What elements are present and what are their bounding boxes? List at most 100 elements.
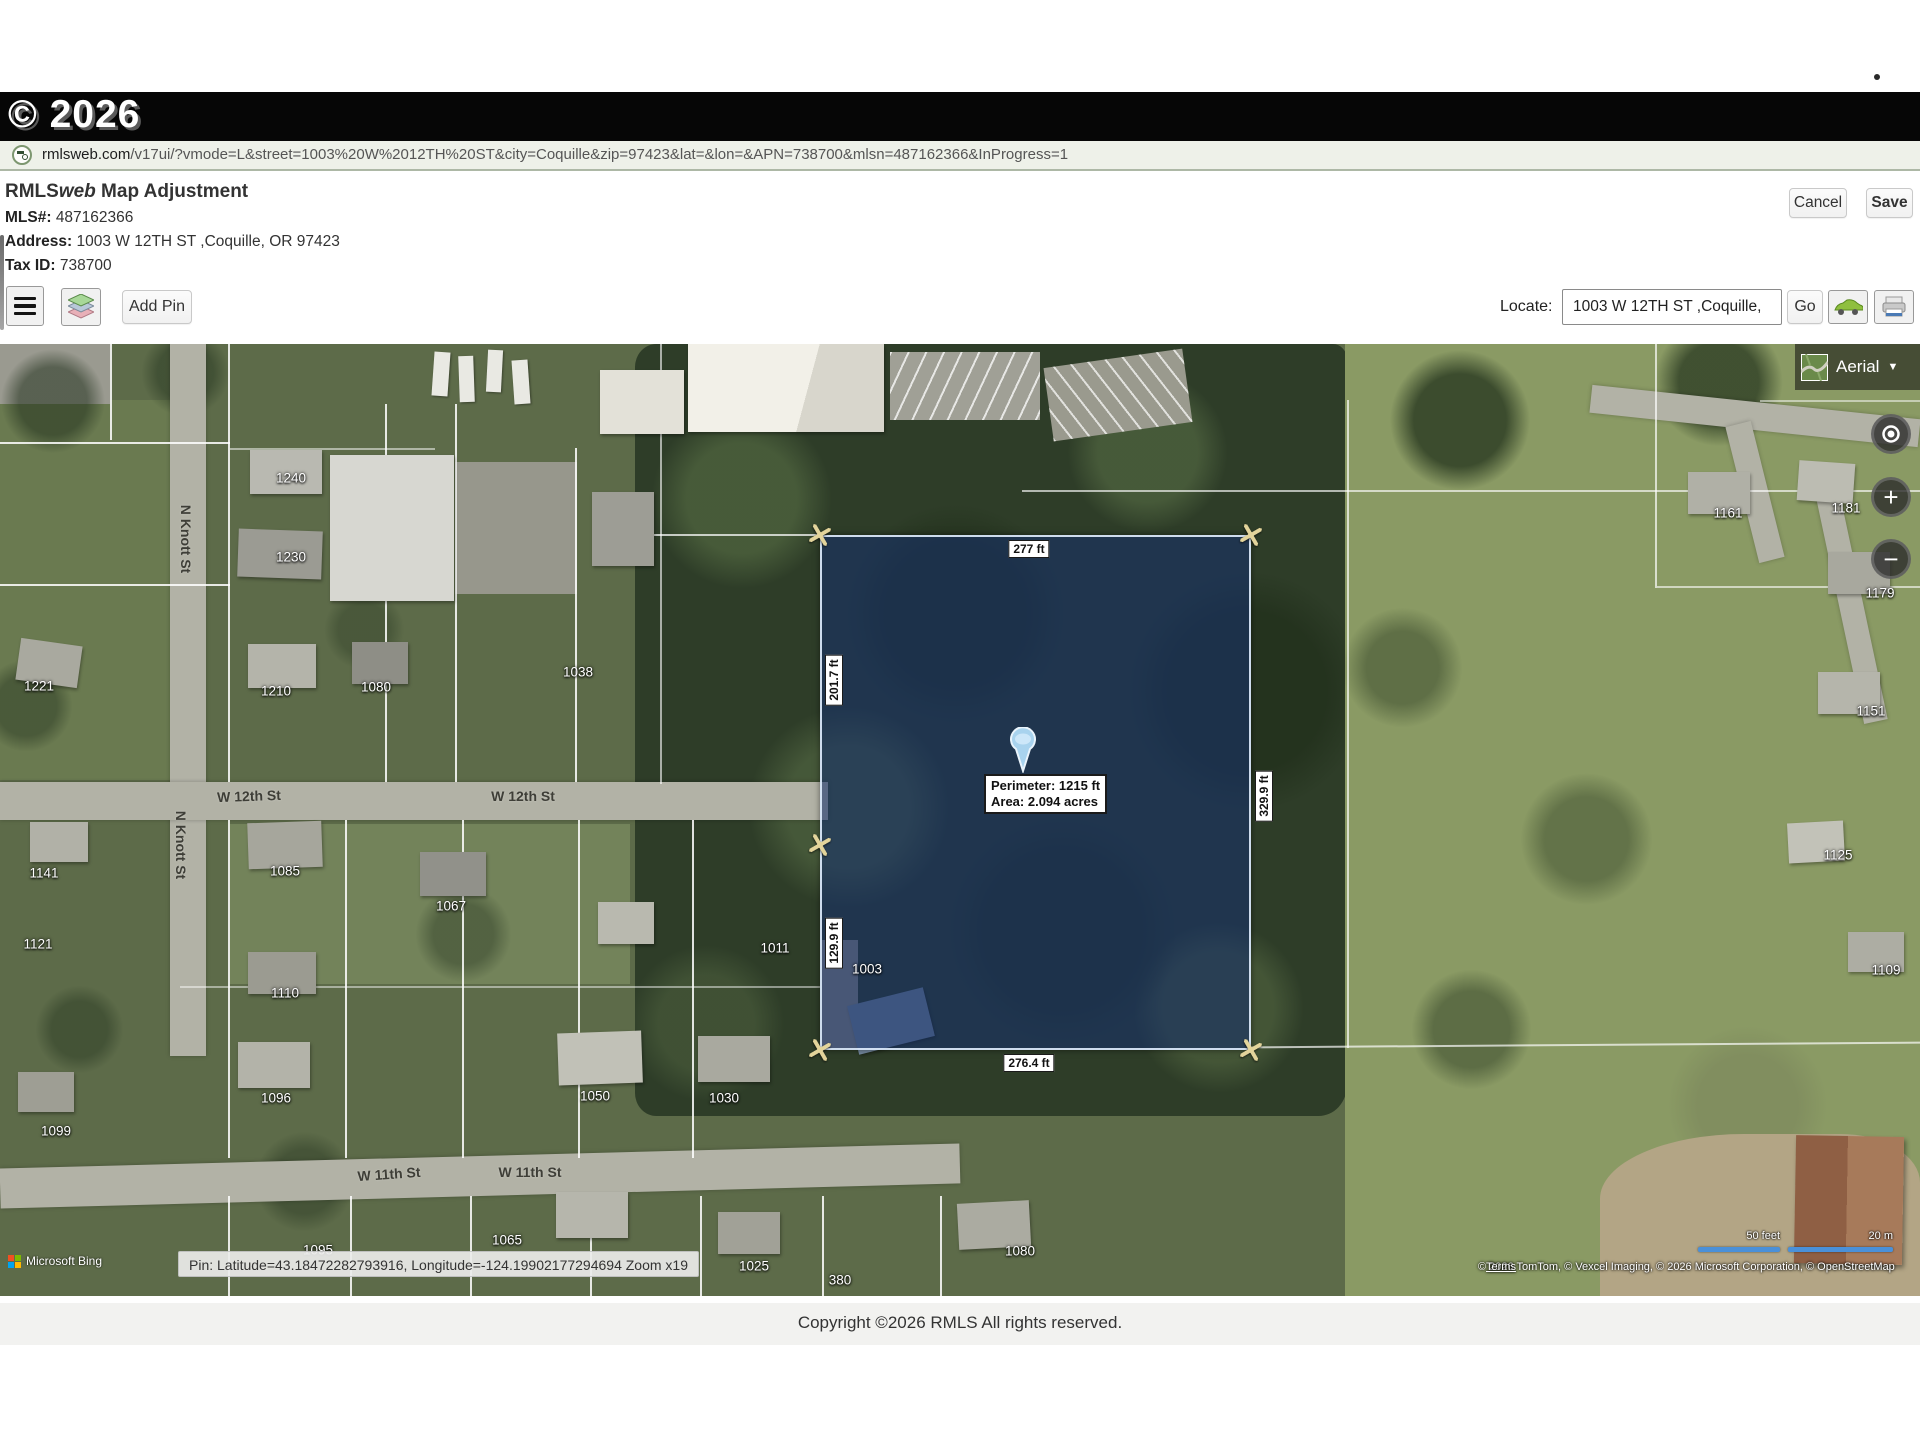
building bbox=[237, 529, 323, 580]
taxid-label: Tax ID: bbox=[5, 257, 56, 274]
parked-rv bbox=[431, 351, 450, 396]
building bbox=[238, 1042, 310, 1088]
parcel-line bbox=[1655, 344, 1657, 588]
print-button[interactable] bbox=[1874, 290, 1914, 324]
building bbox=[18, 1072, 74, 1112]
address-row: Address: 1003 W 12TH ST ,Coquille, OR 97… bbox=[5, 233, 340, 251]
taxid-value: 738700 bbox=[60, 257, 112, 274]
building bbox=[592, 492, 654, 566]
road-n-knott-st bbox=[170, 344, 206, 1056]
map-style-selector[interactable]: Aerial ▼ bbox=[1795, 344, 1920, 390]
footer-copyright: Copyright ©2026 RMLS All rights reserved… bbox=[0, 1303, 1920, 1343]
minus-icon: − bbox=[1883, 546, 1898, 572]
measure-label-left-lower: 129.9 ft bbox=[825, 917, 843, 968]
parcel-line bbox=[700, 1196, 702, 1296]
browser-url-bar[interactable]: rmlsweb.com/v17ui/?vmode=L&street=1003%2… bbox=[0, 141, 1920, 171]
printer-icon bbox=[1881, 296, 1907, 318]
building bbox=[352, 642, 408, 684]
car-icon bbox=[1833, 298, 1863, 316]
parcel-line bbox=[575, 448, 577, 782]
building bbox=[30, 822, 88, 862]
layers-button[interactable] bbox=[61, 288, 101, 326]
building bbox=[330, 455, 454, 601]
building bbox=[250, 450, 322, 494]
parcel-line bbox=[470, 1196, 472, 1296]
drive-time-button[interactable] bbox=[1828, 290, 1868, 324]
building bbox=[600, 370, 684, 434]
parcel-line bbox=[578, 820, 580, 1158]
terms-link[interactable]: Terms bbox=[1486, 1261, 1516, 1273]
house-number-label: 1025 bbox=[739, 1259, 769, 1274]
building bbox=[957, 1200, 1031, 1250]
left-edge-artifact bbox=[0, 235, 4, 330]
building bbox=[1688, 472, 1750, 514]
scale-meters-bar bbox=[1788, 1247, 1893, 1252]
building bbox=[248, 952, 316, 994]
building bbox=[1848, 932, 1904, 972]
url-domain: rmlsweb.com bbox=[42, 146, 130, 163]
map-pavement bbox=[455, 462, 577, 594]
page-footer: Copyright ©2026 RMLS All rights reserved… bbox=[0, 1303, 1920, 1345]
parked-rv bbox=[511, 359, 530, 404]
building bbox=[248, 644, 316, 688]
url-text: rmlsweb.com/v17ui/?vmode=L&street=1003%2… bbox=[42, 141, 1068, 169]
building bbox=[420, 852, 486, 896]
title-brand: RMLS bbox=[5, 181, 59, 202]
parcel-line bbox=[228, 344, 230, 782]
layers-icon bbox=[68, 294, 94, 320]
parked-rv bbox=[486, 350, 503, 393]
building bbox=[247, 821, 323, 870]
house-number-label: 1096 bbox=[261, 1091, 291, 1106]
building bbox=[718, 1212, 780, 1254]
address-label: Address: bbox=[5, 233, 72, 250]
recenter-button[interactable] bbox=[1871, 414, 1911, 454]
parcel-line bbox=[1347, 400, 1349, 1048]
zoom-in-button[interactable]: + bbox=[1871, 477, 1911, 517]
aerial-map[interactable]: 277 ft 201.7 ft 129.9 ft 329.9 ft 276.4 … bbox=[0, 344, 1920, 1296]
map-lawn bbox=[0, 400, 170, 780]
house-number-label: 380 bbox=[829, 1273, 852, 1288]
locate-label: Locate: bbox=[1500, 290, 1552, 324]
road-w-11th-st bbox=[0, 1143, 960, 1208]
map-style-thumbnail-icon bbox=[1801, 354, 1828, 381]
scale-feet-label: 50 feet bbox=[1700, 1230, 1780, 1242]
zoom-out-button[interactable]: − bbox=[1871, 539, 1911, 579]
parcel-line bbox=[345, 820, 347, 1158]
site-favicon-icon bbox=[12, 145, 32, 165]
road-w-12th-st bbox=[0, 782, 828, 820]
parcel-line bbox=[640, 534, 820, 536]
taxid-row: Tax ID: 738700 bbox=[5, 257, 112, 275]
pin-icon bbox=[1006, 727, 1040, 773]
attribution-text: © 2026 TomTom, © Vexcel Imaging, © 2026 … bbox=[1478, 1261, 1895, 1273]
cancel-button[interactable]: Cancel bbox=[1789, 188, 1847, 218]
title-brand-italic: web bbox=[59, 181, 96, 202]
parcel-line bbox=[822, 1196, 824, 1296]
target-icon bbox=[1880, 423, 1902, 445]
save-button[interactable]: Save bbox=[1866, 188, 1913, 218]
parcel-line bbox=[110, 344, 112, 440]
house-number-label: 1050 bbox=[580, 1089, 610, 1104]
locate-input[interactable] bbox=[1562, 289, 1782, 325]
url-path: /v17ui/?vmode=L&street=1003%20W%2012TH%2… bbox=[130, 146, 1068, 163]
perimeter-text: Perimeter: 1215 ft bbox=[991, 778, 1100, 794]
rmls-map-adjustment-page: © 2026 rmlsweb.com/v17ui/?vmode=L&street… bbox=[0, 0, 1920, 1440]
bing-logo-text: Microsoft Bing bbox=[26, 1254, 102, 1268]
chevron-down-icon: ▼ bbox=[1887, 361, 1898, 373]
add-pin-button[interactable]: Add Pin bbox=[122, 290, 192, 324]
go-button[interactable]: Go bbox=[1787, 290, 1823, 324]
parcel-line bbox=[228, 820, 230, 1158]
parcel-line bbox=[1760, 400, 1920, 402]
map-pavement bbox=[0, 344, 110, 404]
parcel-line bbox=[228, 1196, 230, 1296]
mls-row: MLS#: 487162366 bbox=[5, 209, 133, 227]
plus-icon: + bbox=[1883, 484, 1898, 510]
parcel-line bbox=[350, 1196, 352, 1296]
menu-button[interactable] bbox=[6, 286, 44, 326]
parcel-line bbox=[0, 584, 230, 586]
copyright-banner-text: © 2026 bbox=[8, 93, 140, 137]
scale-feet-bar bbox=[1698, 1247, 1780, 1252]
building bbox=[1787, 821, 1845, 864]
parcel-line bbox=[692, 820, 694, 1158]
parcel-line bbox=[940, 1196, 942, 1296]
building bbox=[556, 1192, 628, 1238]
